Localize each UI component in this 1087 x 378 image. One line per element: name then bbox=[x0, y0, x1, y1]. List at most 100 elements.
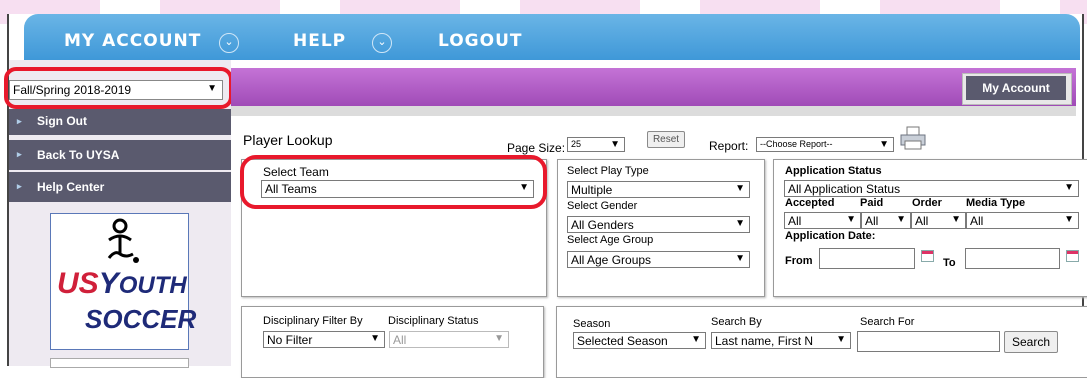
caret-right-icon: ▸ bbox=[17, 149, 22, 159]
dropdown-arrow-icon: ▼ bbox=[519, 182, 529, 193]
play-type-select[interactable]: Multiple ▼ bbox=[567, 181, 750, 198]
application-status-value: All Application Status bbox=[788, 182, 901, 196]
search-by-value: Last name, First N bbox=[715, 334, 814, 348]
gender-label: Select Gender bbox=[567, 200, 638, 212]
disciplinary-filter-label: Disciplinary Filter By bbox=[263, 315, 363, 327]
application-status-label: Application Status bbox=[785, 165, 882, 177]
logo-text-outh: OUTH bbox=[118, 272, 187, 299]
page-size-select[interactable]: 25 ▼ bbox=[567, 137, 625, 152]
season-label: Season bbox=[573, 318, 611, 330]
disciplinary-status-label: Disciplinary Status bbox=[388, 315, 479, 327]
gender-value: All Genders bbox=[571, 218, 634, 232]
accepted-value: All bbox=[788, 214, 802, 228]
chevron-down-icon[interactable]: ⌄ bbox=[372, 33, 392, 53]
media-type-select[interactable]: All ▼ bbox=[966, 212, 1079, 229]
play-type-label: Select Play Type bbox=[567, 165, 649, 177]
reset-button[interactable]: Reset bbox=[647, 131, 685, 148]
accepted-label: Accepted bbox=[785, 197, 835, 209]
nav-my-account[interactable]: MY ACCOUNT bbox=[64, 31, 201, 51]
team-select-value: All Teams bbox=[265, 182, 317, 196]
order-label: Order bbox=[912, 197, 942, 209]
season-select[interactable]: Selected Season ▼ bbox=[573, 332, 706, 349]
sidebar-item-back-to-uysa[interactable]: ▸ Back To UYSA bbox=[9, 140, 231, 170]
order-select[interactable]: All ▼ bbox=[911, 212, 966, 229]
dropdown-arrow-icon: ▼ bbox=[494, 333, 504, 344]
dropdown-arrow-icon: ▼ bbox=[836, 334, 846, 345]
paid-label: Paid bbox=[860, 197, 884, 209]
age-group-select[interactable]: All Age Groups ▼ bbox=[567, 251, 750, 268]
chevron-down-icon[interactable]: ⌄ bbox=[219, 33, 239, 53]
search-by-select[interactable]: Last name, First N ▼ bbox=[711, 332, 851, 349]
disciplinary-status-value: All bbox=[393, 333, 407, 347]
season-select-value: Fall/Spring 2018-2019 bbox=[13, 83, 132, 97]
sidebar-item-help-center[interactable]: ▸ Help Center bbox=[9, 172, 231, 202]
search-for-label: Search For bbox=[860, 316, 915, 328]
printer-icon[interactable] bbox=[899, 126, 927, 150]
dropdown-arrow-icon: ▼ bbox=[735, 253, 745, 264]
disciplinary-filter-select[interactable]: No Filter ▼ bbox=[263, 331, 385, 348]
play-type-value: Multiple bbox=[571, 183, 613, 197]
dropdown-arrow-icon: ▼ bbox=[1064, 182, 1074, 193]
gender-select[interactable]: All Genders ▼ bbox=[567, 216, 750, 233]
page-header-bar bbox=[231, 68, 1076, 108]
report-label: Report: bbox=[709, 139, 749, 153]
calendar-icon[interactable] bbox=[1066, 250, 1079, 262]
nav-logout[interactable]: LOGOUT bbox=[438, 31, 522, 51]
select-team-label: Select Team bbox=[263, 165, 329, 179]
page-size-value: 25 bbox=[571, 139, 582, 149]
age-group-label: Select Age Group bbox=[567, 234, 654, 246]
application-date-label: Application Date: bbox=[785, 230, 876, 242]
from-date-input[interactable] bbox=[819, 248, 915, 269]
media-type-label: Media Type bbox=[966, 197, 1026, 209]
caret-right-icon: ▸ bbox=[17, 116, 22, 126]
paid-value: All bbox=[865, 214, 879, 228]
logo-text-y: Y bbox=[98, 267, 119, 300]
dropdown-arrow-icon: ▼ bbox=[951, 214, 961, 225]
sidebar-item-label: Help Center bbox=[37, 180, 105, 194]
from-label: From bbox=[785, 255, 813, 267]
sidebar-item-label: Sign Out bbox=[37, 114, 87, 128]
report-select[interactable]: --Choose Report-- ▼ bbox=[756, 137, 894, 152]
my-account-button-wrapper: My Account bbox=[962, 73, 1072, 105]
dropdown-arrow-icon: ▼ bbox=[1064, 214, 1074, 225]
search-by-label: Search By bbox=[711, 316, 762, 328]
season-select[interactable]: Fall/Spring 2018-2019 ▼ bbox=[9, 80, 223, 100]
search-button[interactable]: Search bbox=[1004, 331, 1058, 353]
sidebar-item-sign-out[interactable]: ▸ Sign Out bbox=[9, 109, 231, 135]
accepted-select[interactable]: All ▼ bbox=[784, 212, 861, 229]
us-youth-soccer-logo: USYOUTH SOCCER bbox=[50, 213, 196, 350]
caret-right-icon: ▸ bbox=[17, 181, 22, 191]
disciplinary-status-select[interactable]: All ▼ bbox=[389, 331, 509, 348]
dropdown-arrow-icon: ▼ bbox=[896, 214, 906, 225]
dropdown-arrow-icon: ▼ bbox=[207, 83, 217, 94]
dropdown-arrow-icon: ▼ bbox=[691, 334, 701, 345]
sidebar-item-label: Back To UYSA bbox=[37, 148, 120, 162]
header-divider bbox=[231, 106, 1076, 116]
dropdown-arrow-icon: ▼ bbox=[610, 139, 620, 150]
age-group-value: All Age Groups bbox=[571, 253, 652, 267]
dropdown-arrow-icon: ▼ bbox=[879, 139, 889, 150]
dropdown-arrow-icon: ▼ bbox=[735, 183, 745, 194]
page-size-label: Page Size: bbox=[507, 141, 566, 155]
application-status-select[interactable]: All Application Status ▼ bbox=[784, 180, 1079, 197]
my-account-button[interactable]: My Account bbox=[966, 76, 1066, 100]
nav-help[interactable]: HELP bbox=[293, 31, 346, 51]
order-value: All bbox=[915, 214, 929, 228]
to-date-input[interactable] bbox=[965, 248, 1060, 269]
team-select[interactable]: All Teams ▼ bbox=[261, 180, 534, 198]
page-title: Player Lookup bbox=[243, 132, 333, 148]
search-for-input[interactable] bbox=[857, 331, 1000, 352]
dropdown-arrow-icon: ▼ bbox=[735, 218, 745, 229]
dropdown-arrow-icon: ▼ bbox=[370, 333, 380, 344]
logo-text-soccer: SOCCER bbox=[85, 304, 197, 334]
to-label: To bbox=[943, 257, 956, 269]
logo-text-us: US bbox=[57, 267, 99, 300]
dropdown-arrow-icon: ▼ bbox=[846, 214, 856, 225]
disciplinary-filter-value: No Filter bbox=[267, 333, 313, 347]
paid-select[interactable]: All ▼ bbox=[861, 212, 911, 229]
media-type-value: All bbox=[970, 214, 984, 228]
report-value: --Choose Report-- bbox=[760, 139, 833, 149]
sidebar-panel bbox=[50, 358, 189, 368]
season-value: Selected Season bbox=[577, 334, 668, 348]
calendar-icon[interactable] bbox=[921, 250, 934, 262]
